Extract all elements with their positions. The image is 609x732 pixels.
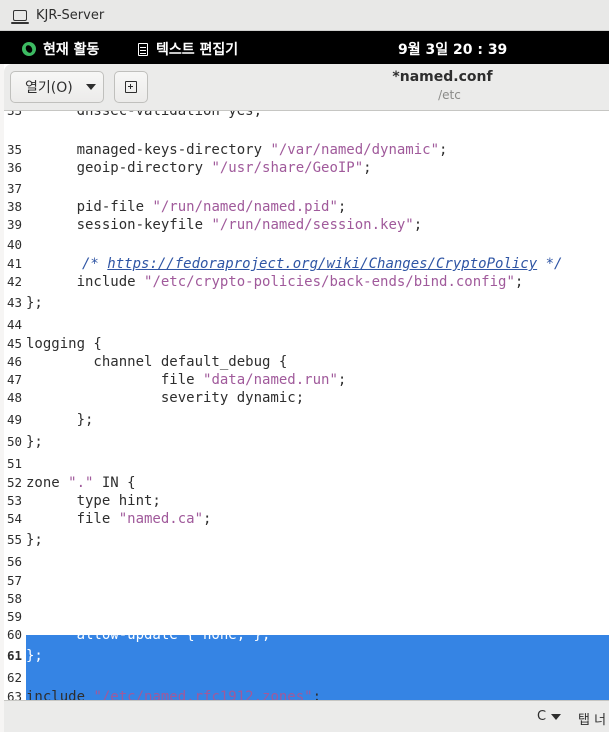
text-editor-icon (138, 42, 148, 56)
line-number: 45 (7, 336, 23, 351)
line-number: 51 (7, 456, 23, 471)
code-line: 42 include "/etc/crypto-policies/back-en… (7, 274, 524, 290)
code-line: 48 severity dynamic; (7, 390, 305, 406)
line-number: 58 (7, 591, 23, 606)
code-line: 52 zone "." IN { (7, 475, 136, 491)
code-line: 35 managed-keys-directory "/var/named/dy… (7, 142, 448, 158)
code-line-selected: 59 file "thisislinux.com.db"; (7, 609, 296, 625)
document-path: /etc (438, 88, 461, 102)
code-line-selected: 60 allow-update { none; }; (7, 627, 271, 643)
line-number: 55 (7, 532, 23, 547)
line-number: 38 (7, 199, 23, 214)
app-menu[interactable]: 텍스트 편집기 (138, 39, 238, 59)
line-number: 50 (7, 434, 23, 449)
activities-button[interactable]: 현재 활동 (22, 39, 99, 59)
line-number: 36 (7, 160, 23, 175)
code-line: 36 geoip-directory "/usr/share/GeoIP"; (7, 160, 372, 176)
line-number: 33 (7, 111, 25, 120)
header-bar: 열기(O) *named.conf /etc (4, 64, 609, 111)
code-line: 56 (4, 553, 609, 571)
chevron-down-icon (551, 713, 562, 720)
code-line: 33 dnssec-validation yes; (4, 111, 609, 120)
line-number: 60 (7, 627, 23, 642)
line-number: 46 (7, 354, 23, 369)
crypto-policy-link[interactable]: https://fedoraproject.org/wiki/Changes/C… (107, 256, 537, 272)
code-line: 43}; (7, 295, 43, 311)
app-menu-label: 텍스트 편집기 (156, 42, 239, 58)
line-number: 35 (7, 142, 23, 157)
line-number: 63 (7, 689, 23, 700)
language-selector[interactable]: C (537, 709, 562, 724)
tab-width-selector[interactable]: 탭 너 (578, 709, 606, 728)
window-title-bar[interactable]: KJR-Server (0, 0, 609, 31)
line-number: 37 (7, 181, 23, 196)
code-line: 44 (4, 316, 609, 334)
code-line-current: 61}; (7, 648, 43, 664)
activities-icon (22, 42, 36, 56)
line-number: 44 (7, 317, 23, 332)
code-line-selected: 57 zone "thisislinux.com" IN { (7, 573, 254, 589)
line-number: 41 (7, 256, 23, 271)
code-line: 38 pid-file "/run/named/named.pid"; (7, 199, 347, 215)
line-number: 42 (7, 274, 23, 289)
top-panel: 현재 활동 텍스트 편집기 9월 3일 20 : 39 (0, 31, 609, 64)
code-line: 45 logging { (7, 336, 102, 352)
line-number: 54 (7, 511, 23, 526)
document-title: *named.conf (392, 69, 493, 85)
monitor-icon (11, 9, 29, 24)
code-line: 49 }; (7, 412, 94, 428)
line-number: 57 (7, 573, 23, 588)
line-number: 40 (7, 237, 23, 252)
code-line: 51 (4, 455, 609, 473)
line-number: 52 (7, 475, 23, 490)
status-bar: C 탭 너 (4, 700, 609, 732)
language-label: C (537, 709, 547, 724)
code-line: 63 include "/etc/named.rfc1912.zones"; (4, 688, 609, 700)
text-view[interactable]: 33 dnssec-validation yes; 35 managed-key… (4, 111, 609, 700)
clock[interactable]: 9월 3일 20 : 39 (398, 39, 507, 59)
code-line: 53 type hint; (7, 493, 161, 509)
code-line: 50}; (7, 434, 43, 450)
code-line: 54 file "named.ca"; (7, 511, 212, 527)
line-number: 53 (7, 493, 23, 508)
code-line: 62 (4, 669, 609, 687)
window-title: KJR-Server (36, 7, 105, 23)
code-line-selected: 58 type master; (7, 591, 178, 607)
editor-window: 열기(O) *named.conf /etc 33 dnssec-validat… (4, 64, 609, 732)
line-number: 62 (7, 670, 23, 685)
code-line: 40 (4, 236, 609, 254)
code-line: 55}; (7, 532, 43, 548)
activities-label: 현재 활동 (43, 42, 100, 58)
code-line: 41/* https://fedoraproject.org/wiki/Chan… (7, 256, 563, 272)
line-number: 61 (7, 648, 23, 663)
line-number: 49 (7, 412, 23, 427)
code-line: 39 session-keyfile "/run/named/session.k… (7, 217, 423, 233)
line-number: 56 (7, 554, 23, 569)
line-number: 47 (7, 372, 23, 387)
code-line: 37 (4, 180, 609, 198)
code-line: 47 file "data/named.run"; (7, 372, 347, 388)
line-number: 48 (7, 390, 23, 405)
line-number: 39 (7, 217, 23, 232)
line-number: 43 (7, 295, 23, 310)
line-number: 59 (7, 609, 23, 624)
code-line: 46 channel default_debug { (7, 354, 288, 370)
